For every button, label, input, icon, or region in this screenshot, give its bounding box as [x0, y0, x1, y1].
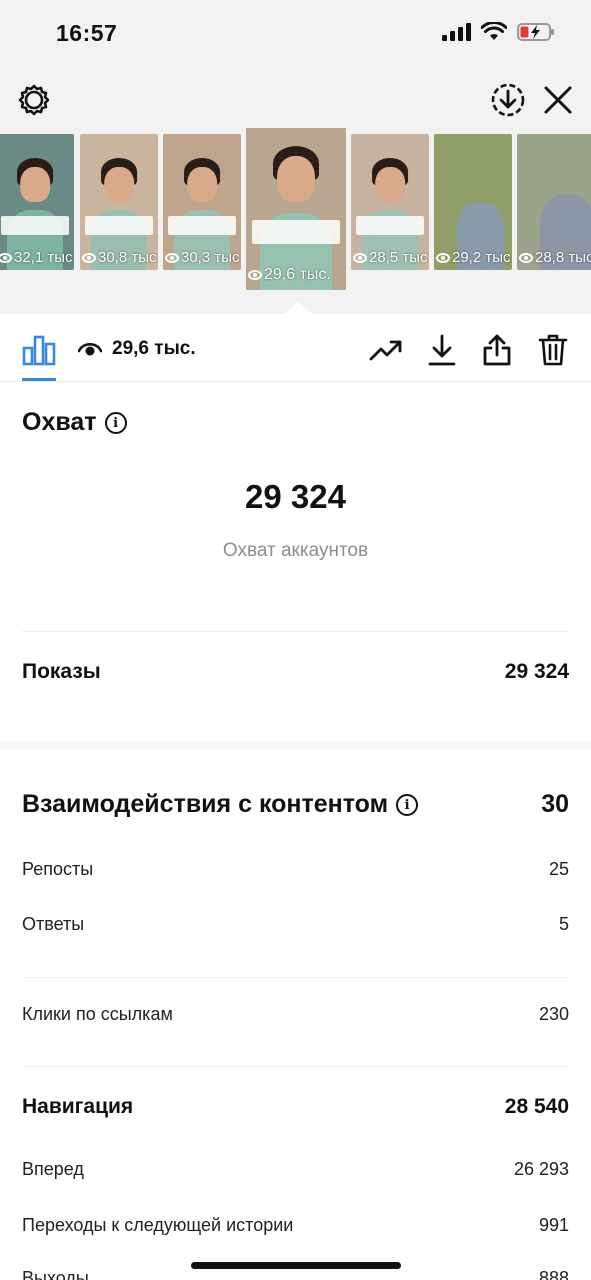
delete-button[interactable]	[535, 332, 571, 368]
divider	[22, 977, 569, 978]
navigation-header: Навигация 28 540	[22, 1095, 569, 1119]
insights-chart-icon	[22, 335, 56, 366]
wifi-icon	[481, 22, 507, 40]
story-views: 28,5 тыс	[353, 249, 428, 266]
divider	[22, 1066, 569, 1067]
download-button[interactable]	[424, 332, 460, 368]
active-tab-indicator	[22, 378, 56, 381]
exits-label: Выходы	[22, 1268, 89, 1280]
link-clicks-value: 230	[538, 1004, 569, 1024]
replies-value: 5	[558, 914, 569, 934]
impressions-row: Показы 29 324	[22, 660, 569, 684]
forward-value: 26 293	[513, 1159, 569, 1179]
info-icon[interactable]: i	[104, 412, 127, 435]
section-separator	[0, 741, 591, 749]
download-icon	[428, 334, 456, 366]
stories-strip: 32,1 тыс 30,8 тыс 30,3 тыс 29,6 тыс. 28,…	[0, 128, 591, 314]
replies-label: Ответы	[22, 914, 85, 934]
close-button[interactable]	[538, 80, 578, 120]
trending-button[interactable]	[368, 332, 404, 368]
next-story-label: Переходы к следующей истории	[22, 1215, 294, 1235]
download-circle-icon	[491, 83, 525, 117]
share-icon	[483, 334, 511, 366]
story-thumbnail[interactable]: 28,8 тыс	[517, 134, 591, 270]
signal-icon	[442, 23, 471, 41]
home-indicator[interactable]	[191, 1262, 401, 1269]
next-story-value: 991	[538, 1215, 569, 1235]
story-top-bar	[0, 70, 591, 128]
reach-title: Охват	[22, 408, 97, 436]
reach-title-row: Охват i	[22, 408, 127, 437]
story-views: 29,2 тыс	[436, 249, 511, 266]
insights-tab[interactable]	[22, 334, 56, 371]
link-clicks-row: Клики по ссылкам 230	[22, 1004, 569, 1025]
divider	[22, 631, 569, 632]
story-thumbnail[interactable]: 30,8 тыс	[80, 134, 158, 270]
story-thumbnail[interactable]: 29,2 тыс	[434, 134, 512, 270]
exits-row: Выходы 888	[22, 1268, 569, 1280]
close-icon	[544, 86, 572, 114]
interactions-value: 30	[541, 790, 569, 818]
story-thumbnail[interactable]: 28,5 тыс	[351, 134, 429, 270]
status-time: 16:57	[56, 20, 118, 46]
eye-icon	[78, 342, 102, 356]
trending-icon	[369, 340, 402, 361]
battery-icon	[517, 23, 554, 41]
settings-icon	[18, 84, 50, 116]
reposts-row: Репосты 25	[22, 859, 569, 880]
reposts-value: 25	[548, 859, 569, 879]
navigation-value: 28 540	[504, 1095, 569, 1118]
reposts-label: Репосты	[22, 859, 94, 879]
replies-row: Ответы 5	[22, 914, 569, 935]
link-clicks-label: Клики по ссылкам	[22, 1004, 173, 1024]
impressions-value: 29 324	[504, 660, 569, 683]
reach-caption: Охват аккаунтов	[222, 540, 369, 561]
views-summary: 29,6 тыс.	[78, 338, 196, 360]
reach-value: 29 324	[245, 478, 346, 515]
active-pointer	[284, 302, 312, 314]
navigation-title: Навигация	[22, 1095, 134, 1118]
views-value: 29,6 тыс.	[112, 338, 196, 359]
story-views: 28,8 тыс	[519, 249, 591, 266]
forward-label: Вперед	[22, 1159, 84, 1179]
interactions-title: Взаимодействия с контентом	[22, 790, 389, 818]
status-bar: 16:57	[0, 0, 591, 70]
next-story-row: Переходы к следующей истории 991	[22, 1215, 569, 1236]
story-views: 30,3 тыс	[165, 249, 240, 266]
download-circle-button[interactable]	[488, 80, 528, 120]
insights-action-bar: 29,6 тыс.	[0, 314, 591, 382]
trash-icon	[538, 334, 568, 366]
impressions-label: Показы	[22, 660, 101, 683]
share-button[interactable]	[479, 332, 515, 368]
story-views: 32,1 тыс	[0, 249, 73, 266]
story-thumbnail-active[interactable]: 29,6 тыс.	[246, 128, 346, 290]
story-thumbnail[interactable]: 30,3 тыс	[163, 134, 241, 270]
story-views: 29,6 тыс.	[248, 266, 331, 284]
story-views: 30,8 тыс	[82, 249, 157, 266]
interactions-header: Взаимодействия с контентом i 30	[22, 790, 569, 819]
info-icon[interactable]: i	[396, 794, 419, 817]
story-thumbnail[interactable]: 32,1 тыс	[0, 134, 74, 270]
exits-value: 888	[538, 1268, 569, 1280]
forward-row: Вперед 26 293	[22, 1159, 569, 1180]
status-icons	[442, 22, 555, 42]
settings-button[interactable]	[14, 80, 54, 120]
